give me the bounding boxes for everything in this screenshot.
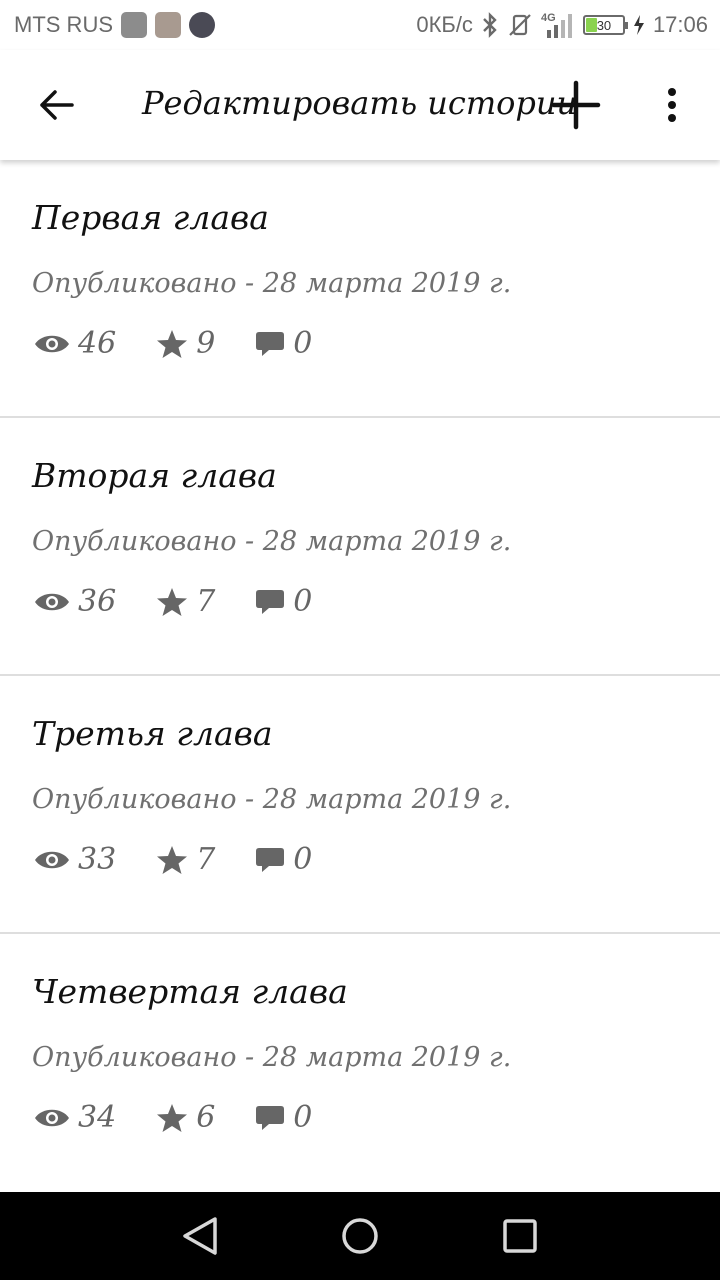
star-icon <box>157 845 188 874</box>
story-list: Первая глава Опубликовано - 28 марта 201… <box>0 160 720 1192</box>
votes-count: 6 <box>196 1100 216 1135</box>
nav-recents-button[interactable] <box>480 1196 560 1276</box>
back-button[interactable] <box>32 83 80 127</box>
carrier-name: MTS RUS <box>14 12 113 37</box>
views-stat: 36 <box>34 584 116 619</box>
eye-icon <box>35 593 69 610</box>
comments-count: 0 <box>293 842 313 877</box>
comment-icon <box>256 589 285 614</box>
views-stat: 46 <box>34 326 116 361</box>
square-recents-icon <box>503 1219 537 1253</box>
vibrate-mute-icon <box>507 12 533 38</box>
status-bar: MTS RUS 0КБ/с 4G 30 17:06 <box>0 0 720 50</box>
comments-stat: 0 <box>255 842 312 877</box>
page-title: Редактировать истории <box>142 84 578 122</box>
battery-level: 30 <box>596 17 612 33</box>
story-item-3[interactable]: Третья глава Опубликовано - 28 марта 201… <box>0 676 720 934</box>
star-icon <box>157 329 188 358</box>
triangle-back-icon <box>183 1217 217 1255</box>
notification-photo-icon <box>155 12 181 38</box>
votes-count: 7 <box>196 842 216 877</box>
clock: 17:06 <box>652 12 708 37</box>
story-published-date: Опубликовано - 28 марта 2019 г. <box>32 526 512 557</box>
net-speed: 0КБ/с <box>416 12 473 37</box>
views-count: 33 <box>78 842 117 877</box>
app-bar: Редактировать истории <box>0 50 720 160</box>
comments-stat: 0 <box>255 584 312 619</box>
battery-icon: 30 <box>582 15 628 35</box>
comment-icon <box>256 847 285 872</box>
nav-back-button[interactable] <box>160 1196 240 1276</box>
views-count: 34 <box>78 1100 117 1135</box>
comments-count: 0 <box>293 1100 313 1135</box>
votes-stat: 7 <box>156 584 215 619</box>
views-count: 46 <box>78 326 117 361</box>
circle-home-icon <box>342 1218 378 1254</box>
story-title: Вторая глава <box>32 456 277 495</box>
story-stats: 36 7 0 <box>34 584 352 619</box>
arrow-left-icon <box>40 90 74 120</box>
signal-icon: 4G <box>541 10 575 40</box>
comment-icon <box>256 1105 285 1130</box>
more-options-button[interactable] <box>652 80 692 130</box>
bluetooth-icon <box>481 12 499 38</box>
notification-cat-icon <box>121 12 147 38</box>
notification-moon-icon <box>189 12 215 38</box>
votes-count: 9 <box>196 326 216 361</box>
story-stats: 34 6 0 <box>34 1100 352 1135</box>
story-published-date: Опубликовано - 28 марта 2019 г. <box>32 784 512 815</box>
votes-stat: 6 <box>156 1100 215 1135</box>
story-published-date: Опубликовано - 28 марта 2019 г. <box>32 268 512 299</box>
eye-icon <box>35 851 69 868</box>
story-item-2[interactable]: Вторая глава Опубликовано - 28 марта 201… <box>0 418 720 676</box>
nav-home-button[interactable] <box>320 1196 400 1276</box>
story-title: Четвертая глава <box>32 972 348 1011</box>
votes-stat: 7 <box>156 842 215 877</box>
comments-count: 0 <box>293 326 313 361</box>
story-title: Третья глава <box>32 714 273 753</box>
story-item-4[interactable]: Четвертая глава Опубликовано - 28 марта … <box>0 934 720 1192</box>
story-published-date: Опубликовано - 28 марта 2019 г. <box>32 1042 512 1073</box>
votes-stat: 9 <box>156 326 215 361</box>
network-type: 4G <box>541 12 556 24</box>
star-icon <box>157 1103 188 1132</box>
views-count: 36 <box>78 584 117 619</box>
views-stat: 33 <box>34 842 116 877</box>
more-vert-icon <box>668 88 676 122</box>
eye-icon <box>35 1109 69 1126</box>
charging-icon <box>633 14 645 36</box>
comments-stat: 0 <box>255 1100 312 1135</box>
votes-count: 7 <box>196 584 216 619</box>
status-left: MTS RUS <box>14 12 215 38</box>
plus-icon <box>551 80 601 130</box>
story-stats: 33 7 0 <box>34 842 352 877</box>
add-part-button[interactable] <box>548 77 604 133</box>
comment-icon <box>256 331 285 356</box>
views-stat: 34 <box>34 1100 116 1135</box>
status-right: 0КБ/с 4G 30 17:06 <box>416 10 708 40</box>
eye-icon <box>35 335 69 352</box>
star-icon <box>157 587 188 616</box>
story-stats: 46 9 0 <box>34 326 352 361</box>
story-item-1[interactable]: Первая глава Опубликовано - 28 марта 201… <box>0 160 720 418</box>
comments-count: 0 <box>293 584 313 619</box>
story-title: Первая глава <box>32 198 269 237</box>
system-nav-bar <box>0 1192 720 1280</box>
comments-stat: 0 <box>255 326 312 361</box>
